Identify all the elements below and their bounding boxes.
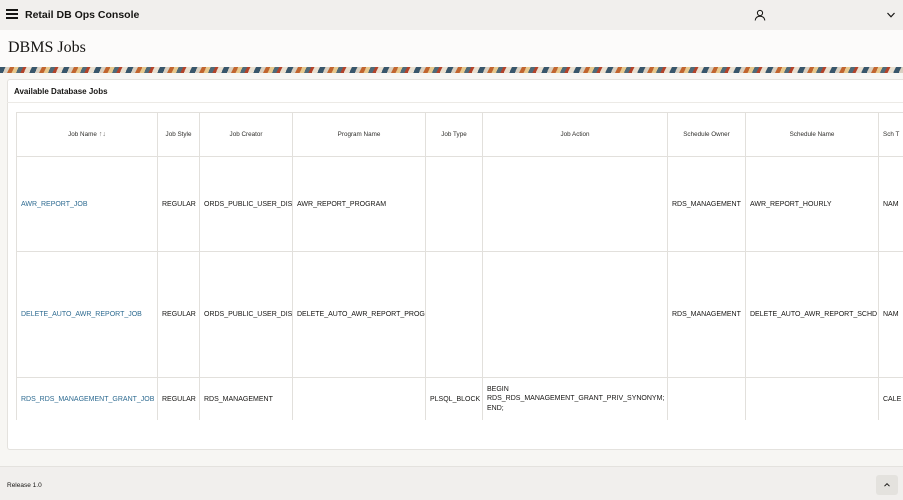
- jobs-report-table: Job Name ↑↓ Job Style Job Creator Program…: [16, 112, 903, 420]
- column-header-job-type[interactable]: Job Type: [425, 112, 483, 157]
- program-name-cell: DELETE_AUTO_AWR_REPORT_PROG: [292, 251, 426, 378]
- program-name-cell: [292, 377, 426, 420]
- release-label: Release 1.0: [7, 482, 42, 489]
- schedule-name-cell: DELETE_AUTO_AWR_REPORT_SCHD: [745, 251, 879, 378]
- job-style-cell: REGULAR: [157, 251, 200, 378]
- column-header-schedule-name[interactable]: Schedule Name: [745, 112, 879, 157]
- job-name-link[interactable]: DELETE_AUTO_AWR_REPORT_JOB: [21, 311, 142, 318]
- table-header-row: Job Name ↑↓ Job Style Job Creator Program…: [16, 112, 903, 157]
- column-header-schedule-type[interactable]: Sch T: [878, 112, 903, 157]
- schedule-type-cell: NAM: [878, 156, 903, 252]
- job-name-link[interactable]: AWR_REPORT_JOB: [21, 201, 88, 208]
- user-icon[interactable]: [754, 9, 766, 21]
- job-creator-cell: ORDS_PUBLIC_USER_DIS: [199, 251, 293, 378]
- job-creator-cell: ORDS_PUBLIC_USER_DIS: [199, 156, 293, 252]
- job-name-cell: AWR_REPORT_JOB: [16, 156, 158, 252]
- scroll-to-top-button[interactable]: [876, 475, 898, 495]
- job-style-cell: REGULAR: [157, 377, 200, 420]
- table-row: RDS_RDS_MANAGEMENT_GRANT_JOB REGULAR RDS…: [16, 377, 903, 420]
- top-navigation-bar: Retail DB Ops Console: [0, 0, 903, 30]
- column-header-schedule-owner[interactable]: Schedule Owner: [667, 112, 746, 157]
- job-name-cell: DELETE_AUTO_AWR_REPORT_JOB: [16, 251, 158, 378]
- column-header-job-name[interactable]: Job Name ↑↓: [16, 112, 158, 157]
- schedule-type-cell: CALE: [878, 377, 903, 420]
- page-title-band: [0, 30, 903, 67]
- job-name-link[interactable]: RDS_RDS_MANAGEMENT_GRANT_JOB: [21, 396, 154, 403]
- region-title: Available Database Jobs: [14, 87, 108, 96]
- column-header-program-name[interactable]: Program Name: [292, 112, 426, 157]
- sort-icon[interactable]: ↑↓: [99, 131, 106, 138]
- schedule-owner-cell: [667, 377, 746, 420]
- schedule-owner-cell: RDS_MANAGEMENT: [667, 251, 746, 378]
- chevron-up-icon: [884, 482, 890, 487]
- schedule-name-cell: AWR_REPORT_HOURLY: [745, 156, 879, 252]
- page-title: DBMS Jobs: [8, 39, 86, 56]
- schedule-owner-cell: RDS_MANAGEMENT: [667, 156, 746, 252]
- job-action-cell: [482, 156, 668, 252]
- job-name-cell: RDS_RDS_MANAGEMENT_GRANT_JOB: [16, 377, 158, 420]
- job-type-cell: [425, 156, 483, 252]
- job-style-cell: REGULAR: [157, 156, 200, 252]
- program-name-cell: AWR_REPORT_PROGRAM: [292, 156, 426, 252]
- job-action-cell: [482, 251, 668, 378]
- page-footer: [0, 466, 903, 500]
- table-row: DELETE_AUTO_AWR_REPORT_JOB REGULAR ORDS_…: [16, 251, 903, 378]
- hamburger-menu-icon[interactable]: [6, 9, 18, 19]
- column-header-job-style[interactable]: Job Style: [157, 112, 200, 157]
- job-creator-cell: RDS_MANAGEMENT: [199, 377, 293, 420]
- job-type-cell: PLSQL_BLOCK: [425, 377, 483, 420]
- app-title[interactable]: Retail DB Ops Console: [25, 9, 139, 21]
- decorative-banner: [0, 67, 903, 73]
- column-header-job-action[interactable]: Job Action: [482, 112, 668, 157]
- job-action-cell: BEGIN RDS_RDS_MANAGEMENT_GRANT_PRIV_SYNO…: [482, 377, 668, 420]
- schedule-type-cell: NAM: [878, 251, 903, 378]
- schedule-name-cell: [745, 377, 879, 420]
- region-divider: [7, 102, 903, 103]
- chevron-down-icon[interactable]: [886, 10, 896, 20]
- column-header-job-creator[interactable]: Job Creator: [199, 112, 293, 157]
- table-row: AWR_REPORT_JOB REGULAR ORDS_PUBLIC_USER_…: [16, 156, 903, 252]
- job-type-cell: [425, 251, 483, 378]
